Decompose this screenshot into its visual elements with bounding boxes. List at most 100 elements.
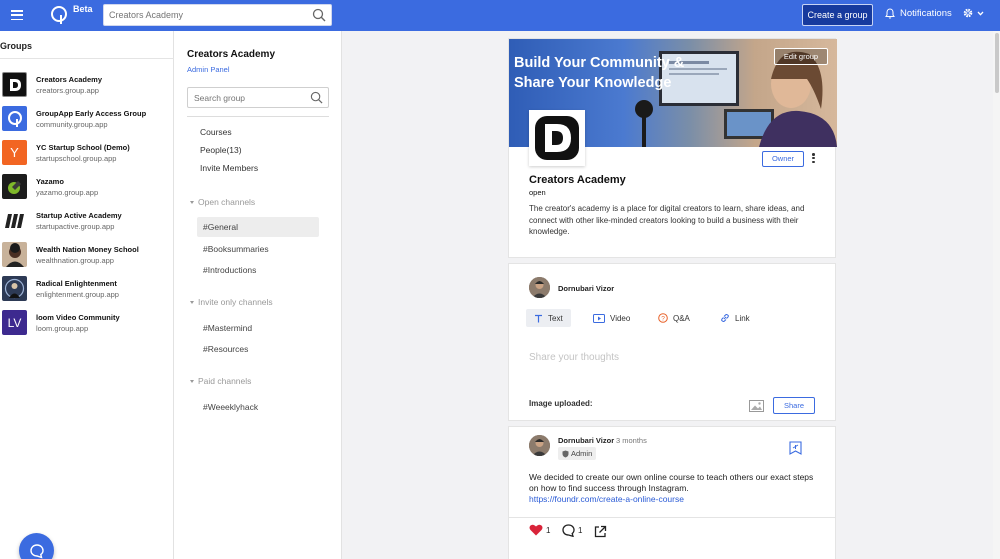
nav-link-people[interactable]: People(13) [200,145,242,155]
tab-label: Q&A [673,313,690,323]
user-avatar [529,277,550,298]
group-domain: yazamo.group.app [36,188,99,197]
groups-sidebar: Groups Creators Academy creators.group.a… [0,31,174,559]
yazamo-logo-icon [2,174,27,199]
group-name: GroupApp Early Access Group [36,109,147,118]
group-search-input[interactable] [188,88,303,107]
more-options-icon[interactable] [812,153,816,165]
group-name: Yazamo [36,177,64,186]
bell-icon [885,8,895,19]
comment-icon [562,524,575,537]
heart-icon [529,524,543,536]
post-card: Dornubari Vizor 3 months Admin We decide… [508,426,836,559]
post-body: We decided to create our own online cour… [529,472,814,493]
scrollbar-thumb[interactable] [995,33,999,93]
sidebar-group-item[interactable]: Y YC Startup School (Demo) startupschool… [2,139,172,167]
group-domain: enlightenment.group.app [36,290,119,299]
svg-text:?: ? [661,316,665,323]
stripes-logo-icon [2,208,27,233]
notifications-label: Notifications [900,8,952,19]
tab-label: Text [548,313,563,323]
menu-icon[interactable] [11,10,23,21]
group-name: Wealth Nation Money School [36,245,139,254]
group-avatar: Y [2,140,27,165]
channel-weeeklyhack[interactable]: #Weeeklyhack [197,397,319,417]
badge-label: Admin [571,449,593,458]
open-channels-header[interactable]: Open channels [190,197,255,207]
group-domain: startupactive.group.app [36,222,115,231]
group-description: The creator's academy is a place for dig… [529,204,805,236]
like-button[interactable]: 1 [529,524,550,536]
group-name: Startup Active Academy [36,211,122,220]
channel-booksummaries[interactable]: #Booksummaries [197,239,319,259]
comment-count: 1 [578,526,583,535]
d-logo-icon [2,72,27,97]
sidebar-group-item[interactable]: Startup Active Academy startupactive.gro… [2,207,172,235]
tab-video[interactable]: Video [585,309,638,327]
post-author[interactable]: Dornubari Vizor [558,436,614,445]
search-icon[interactable] [312,8,326,22]
sidebar-group-item[interactable]: Yazamo yazamo.group.app [2,173,172,201]
group-domain: wealthnation.group.app [36,256,114,265]
person-photo-icon [2,242,27,267]
group-name: loom Video Community [36,313,120,322]
sidebar-group-item[interactable]: Radical Enlightenment enlightenment.grou… [2,275,172,303]
group-search-box[interactable] [187,87,329,108]
sidebar-group-item[interactable]: Wealth Nation Money School wealthnation.… [2,241,172,269]
notifications-button[interactable]: Notifications [885,8,952,19]
channel-general[interactable]: #General [197,217,319,237]
top-search-box[interactable] [103,4,332,26]
group-status: open [529,188,546,197]
channel-introductions[interactable]: #Introductions [197,260,319,280]
page-scrollbar[interactable] [993,31,1000,559]
group-nav-panel: Creators Academy Admin Panel Courses Peo… [174,31,342,559]
search-icon[interactable] [310,91,323,104]
share-thoughts-input[interactable]: Share your thoughts [529,352,619,363]
admin-panel-link[interactable]: Admin Panel [187,65,230,74]
text-icon [535,314,542,322]
chat-icon [29,543,44,559]
section-label: Paid channels [198,376,252,386]
pin-icon[interactable] [789,441,802,455]
user-avatar [529,435,550,456]
group-domain: creators.group.app [36,86,99,95]
settings-menu[interactable] [962,7,984,19]
nav-divider [187,116,329,117]
nav-link-invite-members[interactable]: Invite Members [200,163,258,173]
channel-mastermind[interactable]: #Mastermind [197,318,319,338]
comment-button[interactable]: 1 [562,524,582,537]
share-external-icon[interactable] [594,525,607,538]
tab-label: Video [610,313,631,323]
top-search-input[interactable] [104,5,304,25]
chat-support-button[interactable] [19,533,54,559]
sidebar-group-item[interactable]: GroupApp Early Access Group community.gr… [2,105,172,133]
share-button[interactable]: Share [773,397,815,414]
sidebar-group-item[interactable]: Creators Academy creators.group.app [2,71,172,99]
edit-group-button[interactable]: Edit group [774,48,828,65]
create-group-button[interactable]: Create a group [802,4,873,26]
groupapp-logo-icon[interactable] [50,5,68,25]
post-divider [509,517,835,518]
tab-text[interactable]: Text [526,309,571,327]
channel-resources[interactable]: #Resources [197,339,319,359]
image-uploaded-label: Image uploaded: [529,399,593,408]
group-avatar: LV [2,310,27,335]
top-bar: Beta Create a group Notifications [0,0,1000,31]
paid-channels-header[interactable]: Paid channels [190,376,251,386]
invite-channels-header[interactable]: Invite only channels [190,297,273,307]
admin-badge: Admin [558,447,597,460]
post-link[interactable]: https://foundr.com/create-a-online-cours… [529,494,684,504]
like-count: 1 [546,525,551,535]
tab-qa[interactable]: ? Q&A [650,309,698,327]
tab-link[interactable]: Link [712,309,758,327]
group-name: YC Startup School (Demo) [36,143,130,152]
post-timestamp: 3 months [616,436,647,445]
owner-button[interactable]: Owner [762,151,804,167]
nav-link-courses[interactable]: Courses [200,127,232,137]
sidebar-group-item[interactable]: LV loom Video Community loom.group.app [2,309,172,337]
group-name: Radical Enlightenment [36,279,117,288]
tab-label: Link [735,313,750,323]
sidebar-divider [0,58,174,59]
image-icon[interactable] [749,400,764,412]
group-logo [529,110,585,166]
